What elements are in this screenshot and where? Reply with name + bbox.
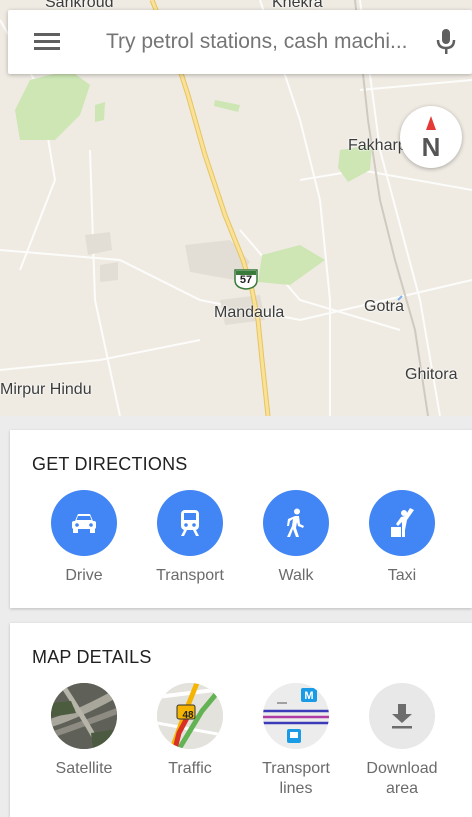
- traffic-option[interactable]: 48 Traffic: [137, 683, 243, 779]
- download-icon: [369, 683, 435, 749]
- transport-label: Transport: [156, 567, 224, 584]
- map-label-mandaula: Mandaula: [214, 304, 285, 321]
- walk-option[interactable]: Walk: [243, 490, 349, 586]
- map-details-card: MAP DETAILS Satellite 48 Traffic M Trans…: [10, 623, 472, 817]
- get-directions-card: GET DIRECTIONS Drive Transport Walk Taxi: [10, 430, 472, 608]
- traffic-thumb-icon: 48: [157, 683, 223, 749]
- taxi-label: Taxi: [387, 567, 417, 584]
- train-icon: [157, 490, 223, 556]
- satellite-thumb-icon: [51, 683, 117, 749]
- map-details-title: MAP DETAILS: [32, 647, 152, 667]
- download-area-label: Download area: [366, 760, 438, 797]
- search-bar: [8, 10, 472, 74]
- hamburger-icon: [34, 33, 60, 51]
- download-area-option[interactable]: Download area: [349, 683, 455, 799]
- map-label-mirpur-hindu: Mirpur Hindu: [0, 381, 92, 398]
- drive-label: Drive: [65, 567, 103, 584]
- get-directions-title: GET DIRECTIONS: [32, 454, 188, 474]
- compass-north-letter: N: [421, 132, 441, 162]
- taxi-icon: [369, 490, 435, 556]
- satellite-option[interactable]: Satellite: [31, 683, 137, 779]
- transport-lines-label: Transport lines: [262, 760, 330, 797]
- transport-lines-option[interactable]: M Transport lines: [243, 683, 349, 799]
- walk-label: Walk: [278, 567, 314, 584]
- menu-button[interactable]: [8, 10, 86, 74]
- transport-option[interactable]: Transport: [137, 490, 243, 586]
- microphone-icon: [436, 29, 456, 54]
- traffic-label: Traffic: [168, 760, 212, 777]
- traffic-route-badge: 48: [182, 709, 194, 721]
- drive-option[interactable]: Drive: [31, 490, 137, 586]
- voice-search-button[interactable]: [420, 10, 472, 74]
- map-label-ghitora: Ghitora: [405, 366, 458, 383]
- taxi-option[interactable]: Taxi: [349, 490, 455, 586]
- map-label-gotra: Gotra: [364, 298, 405, 315]
- transport-lines-thumb-icon: M: [263, 683, 329, 749]
- highway-shield-icon: 57: [233, 268, 259, 290]
- compass-button[interactable]: N: [400, 106, 462, 168]
- car-icon: [51, 490, 117, 556]
- walk-icon: [263, 490, 329, 556]
- search-input[interactable]: [86, 30, 420, 54]
- satellite-label: Satellite: [55, 760, 113, 777]
- metro-badge: M: [304, 690, 314, 702]
- highway-number: 57: [239, 274, 253, 286]
